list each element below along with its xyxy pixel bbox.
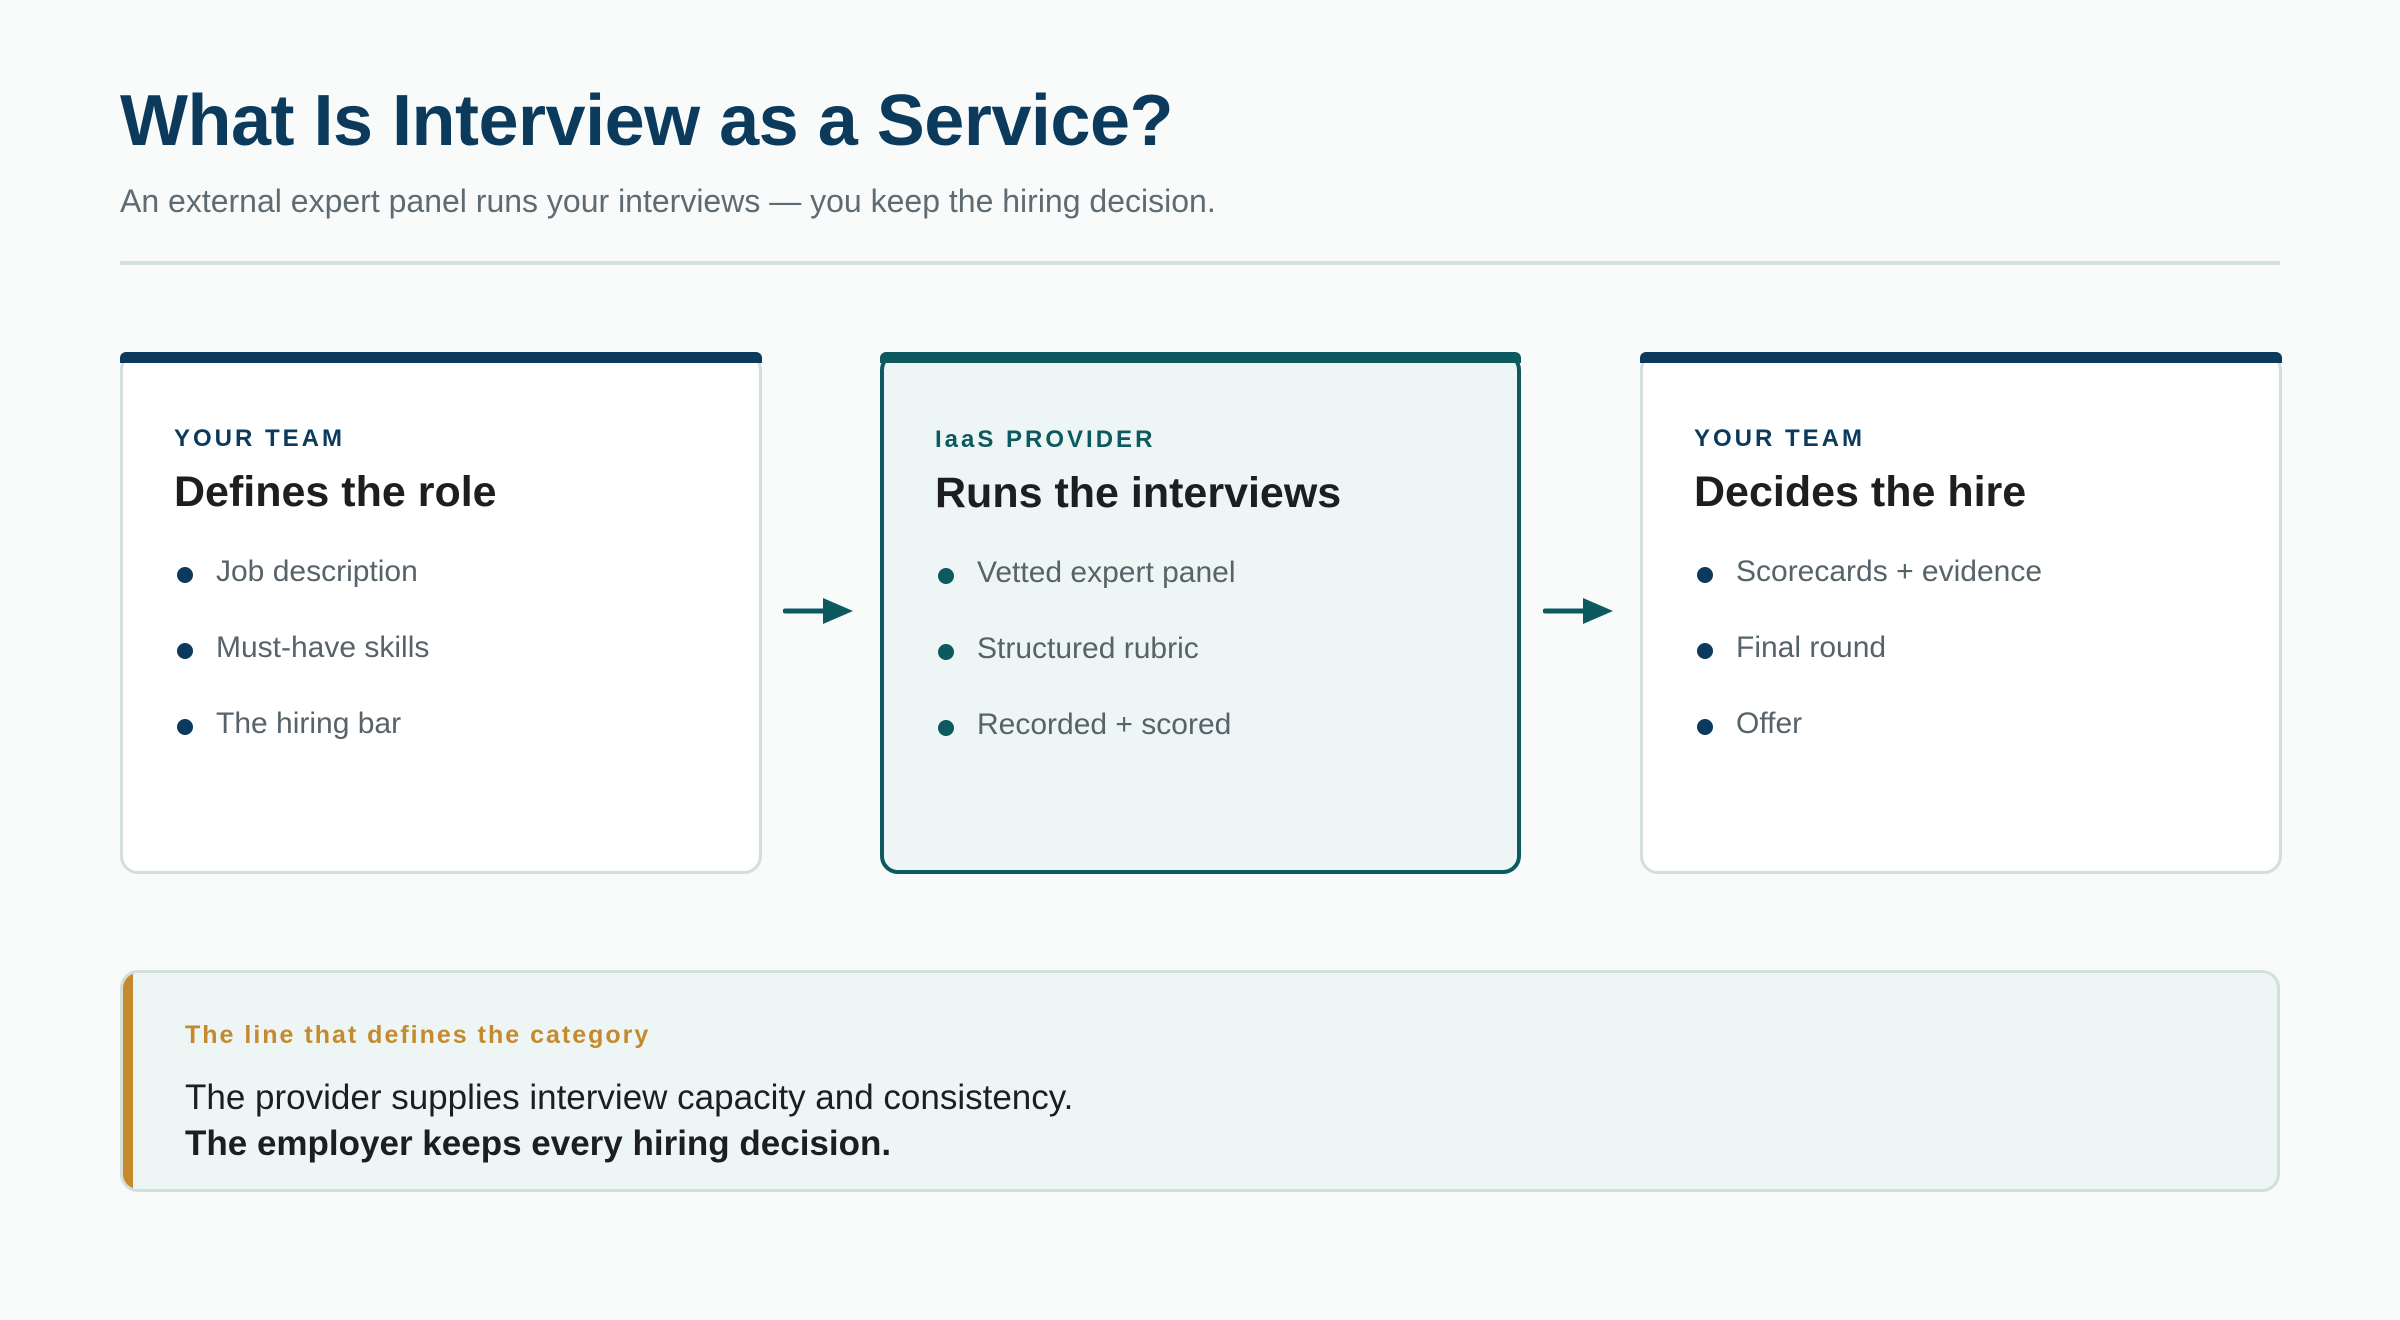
card-bullet: Must-have skills xyxy=(174,628,759,704)
page-subtitle: An external expert panel runs your inter… xyxy=(120,183,1216,219)
page-title: What Is Interview as a Service? xyxy=(120,81,1173,161)
card-bullet: Recorded + scored xyxy=(935,705,1517,781)
card-bullet: Final round xyxy=(1694,628,2279,704)
callout-label: The line that defines the category xyxy=(185,1021,651,1049)
card-bullet: Offer xyxy=(1694,704,2279,780)
card-eyebrow: IaaS PROVIDER xyxy=(935,426,1156,453)
card-bullet-list: Vetted expert panel Structured rubric Re… xyxy=(935,553,1517,781)
bullet-text: Job description xyxy=(216,555,418,588)
callout-emphasis: The employer keeps every hiring decision… xyxy=(185,1124,892,1163)
bullet-text: Must-have skills xyxy=(216,631,430,664)
card-bullet-list: Job description Must-have skills The hir… xyxy=(174,552,759,780)
bullet-dot-icon xyxy=(177,719,193,735)
arrow-right-icon xyxy=(1543,598,1613,624)
bullet-text: Offer xyxy=(1736,707,1803,740)
step-card-runs-interviews: IaaS PROVIDER Runs the interviews Vetted… xyxy=(880,352,1521,874)
bullet-dot-icon xyxy=(177,567,193,583)
card-eyebrow: YOUR TEAM xyxy=(174,425,345,452)
bullet-dot-icon xyxy=(1697,719,1713,735)
bullet-text: Structured rubric xyxy=(977,632,1199,665)
card-top-bar xyxy=(120,352,762,363)
card-bullet-list: Scorecards + evidence Final round Offer xyxy=(1694,552,2279,780)
bullet-text: Recorded + scored xyxy=(977,708,1232,741)
step-card-decides-hire: YOUR TEAM Decides the hire Scorecards + … xyxy=(1640,352,2282,874)
bullet-text: Vetted expert panel xyxy=(977,556,1236,589)
bullet-text: The hiring bar xyxy=(216,707,402,740)
card-bullet: Structured rubric xyxy=(935,629,1517,705)
bullet-text: Scorecards + evidence xyxy=(1736,555,2043,588)
header-divider xyxy=(120,261,2280,265)
bullet-dot-icon xyxy=(938,720,954,736)
card-bullet: Scorecards + evidence xyxy=(1694,552,2279,628)
card-title: Decides the hire xyxy=(1694,468,2027,516)
bullet-dot-icon xyxy=(1697,643,1713,659)
callout-accent-bar xyxy=(123,973,133,1189)
bullet-text: Final round xyxy=(1736,631,1887,664)
card-bullet: Vetted expert panel xyxy=(935,553,1517,629)
card-bullet: Job description xyxy=(174,552,759,628)
step-card-defines-role: YOUR TEAM Defines the role Job descripti… xyxy=(120,352,762,874)
callout-statement: The provider supplies interview capacity… xyxy=(185,1078,1074,1117)
bullet-dot-icon xyxy=(938,568,954,584)
card-top-bar xyxy=(1640,352,2282,363)
bullet-dot-icon xyxy=(938,644,954,660)
category-callout: The line that defines the category The p… xyxy=(120,970,2280,1192)
card-eyebrow: YOUR TEAM xyxy=(1694,425,1865,452)
bullet-dot-icon xyxy=(1697,567,1713,583)
page: What Is Interview as a Service? An exter… xyxy=(0,0,2400,1320)
bullet-dot-icon xyxy=(177,643,193,659)
card-title: Runs the interviews xyxy=(935,469,1342,517)
card-title: Defines the role xyxy=(174,468,497,516)
card-bullet: The hiring bar xyxy=(174,704,759,780)
card-top-bar xyxy=(880,352,1521,363)
arrow-right-icon xyxy=(783,598,853,624)
